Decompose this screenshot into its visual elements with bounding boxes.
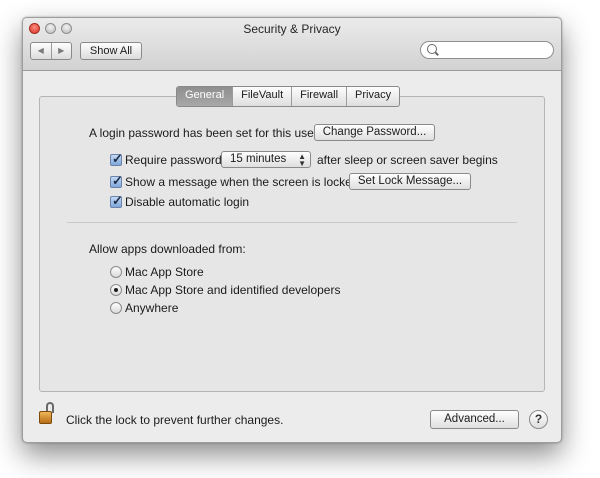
tab-privacy[interactable]: Privacy (346, 87, 399, 106)
advanced-button[interactable]: Advanced... (430, 410, 519, 429)
require-password-label: Require password (125, 153, 222, 167)
help-icon[interactable]: ? (529, 410, 548, 429)
require-password-delay-select[interactable]: 15 minutes ▲ ▼ (221, 151, 311, 168)
search-icon (427, 44, 437, 54)
tab-filevault[interactable]: FileVault (232, 87, 291, 106)
preferences-window: Security & Privacy ◀ ▶ Show All General … (22, 17, 562, 443)
lock-icon[interactable] (39, 402, 57, 426)
back-forward-control: ◀ ▶ (30, 42, 72, 60)
lock-status-text: Click the lock to prevent further change… (66, 413, 284, 427)
radio-mac-app-store-label: Mac App Store (125, 265, 204, 279)
login-password-text: A login password has been set for this u… (89, 126, 318, 140)
require-password-delay-value: 15 minutes (230, 153, 287, 165)
tab-bar: General FileVault Firewall Privacy (176, 86, 401, 107)
show-message-checkbox[interactable] (110, 173, 123, 189)
radio-anywhere[interactable] (110, 302, 122, 314)
show-message-label: Show a message when the screen is locked (125, 175, 359, 189)
require-password-checkbox[interactable] (110, 151, 123, 167)
change-password-button[interactable]: Change Password... (314, 124, 435, 141)
disable-auto-login-checkbox[interactable] (110, 193, 123, 209)
allow-apps-heading: Allow apps downloaded from: (89, 242, 246, 256)
radio-identified-developers[interactable] (110, 284, 122, 296)
radio-anywhere-label: Anywhere (125, 301, 179, 315)
set-lock-message-button[interactable]: Set Lock Message... (349, 173, 471, 190)
section-divider (67, 222, 517, 223)
radio-mac-app-store[interactable] (110, 266, 122, 278)
forward-button[interactable]: ▶ (52, 43, 72, 59)
window-title: Security & Privacy (243, 22, 341, 36)
back-button[interactable]: ◀ (31, 43, 52, 59)
title-bar: Security & Privacy ◀ ▶ Show All (23, 18, 561, 71)
tab-general[interactable]: General (177, 87, 233, 106)
show-all-button[interactable]: Show All (80, 42, 142, 60)
lock-body (39, 411, 52, 424)
disable-auto-login-label: Disable automatic login (125, 195, 250, 209)
tab-firewall[interactable]: Firewall (291, 87, 346, 106)
search-input[interactable] (420, 41, 554, 59)
radio-identified-developers-label: Mac App Store and identified developers (125, 283, 341, 297)
updown-arrows-icon: ▲ ▼ (298, 152, 306, 168)
require-password-suffix: after sleep or screen saver begins (317, 153, 498, 167)
